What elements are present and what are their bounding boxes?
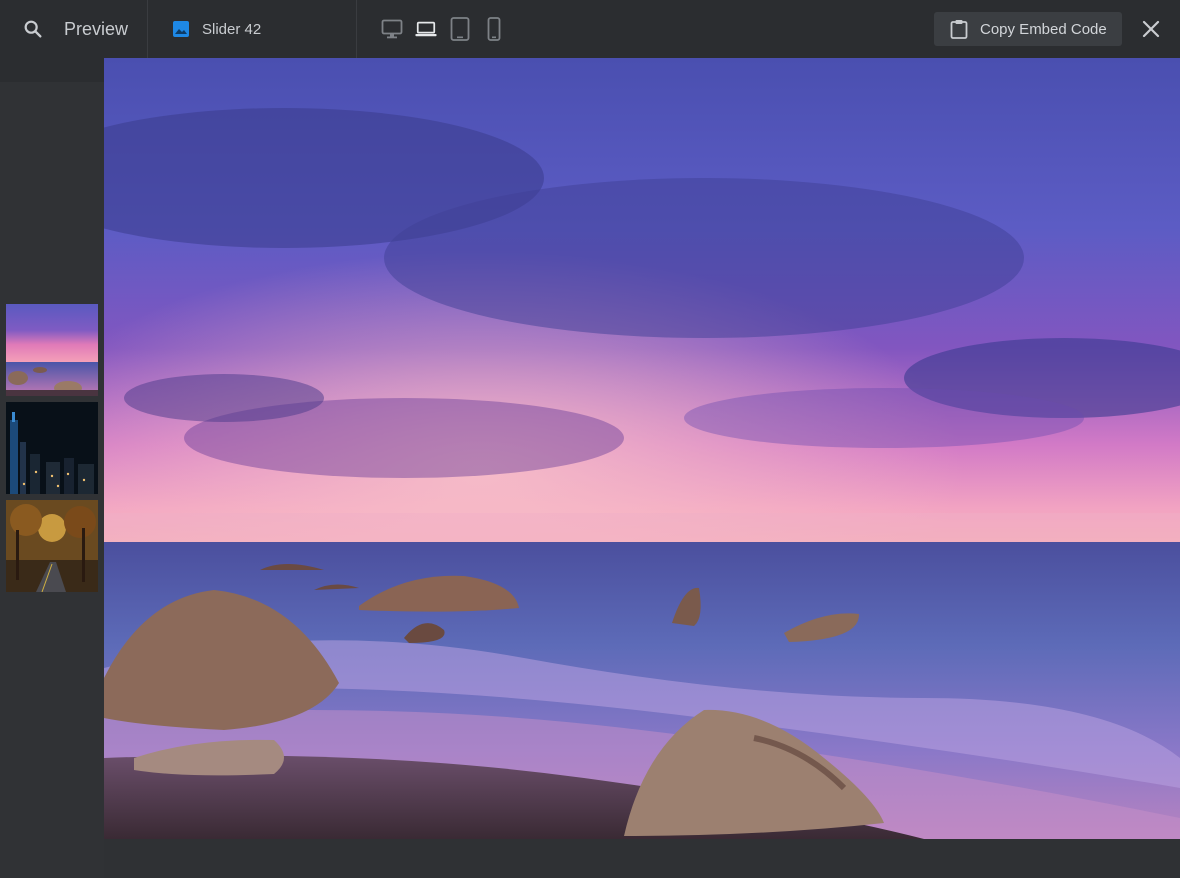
preview-section: Preview	[0, 0, 148, 58]
laptop-view-button[interactable]	[415, 16, 437, 42]
search-icon[interactable]	[22, 18, 44, 40]
tablet-icon	[450, 17, 470, 41]
image-icon	[172, 20, 190, 38]
top-bar: Preview Slider 42 Copy Embed Code	[0, 0, 1180, 58]
page-title: Preview	[64, 18, 129, 39]
device-switcher	[357, 0, 505, 58]
thumbnail-city-night[interactable]	[6, 402, 98, 494]
close-icon	[1142, 20, 1160, 38]
copy-embed-code-label: Copy Embed Code	[980, 20, 1107, 38]
slider-name: Slider 42	[202, 20, 262, 38]
clipboard-icon	[950, 19, 968, 39]
thumbnail-sunset-beach[interactable]	[6, 304, 98, 396]
mobile-icon	[487, 17, 501, 41]
mobile-view-button[interactable]	[483, 16, 505, 42]
slider-selector[interactable]: Slider 42	[148, 0, 357, 58]
copy-embed-code-button[interactable]: Copy Embed Code	[934, 12, 1122, 46]
laptop-icon	[415, 21, 437, 37]
thumbnail-autumn-road[interactable]	[6, 500, 98, 592]
desktop-icon	[381, 19, 403, 39]
thumbnail-rail-header	[0, 58, 104, 82]
close-button[interactable]	[1122, 0, 1180, 58]
bottom-margin	[104, 839, 1180, 878]
desktop-view-button[interactable]	[381, 16, 403, 42]
tablet-view-button[interactable]	[449, 16, 471, 42]
slide-preview-image	[104, 58, 1180, 839]
